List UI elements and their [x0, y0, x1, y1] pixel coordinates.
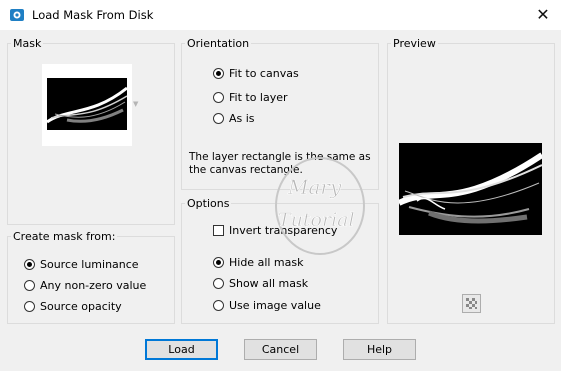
close-button[interactable]: ✕ — [528, 3, 558, 27]
radio-label: Fit to canvas — [229, 67, 299, 80]
checkbox-indicator — [213, 225, 224, 236]
radio-hide-all-mask[interactable]: Hide all mask — [213, 256, 303, 269]
window-title: Load Mask From Disk — [32, 8, 154, 22]
radio-label: Any non-zero value — [40, 279, 147, 292]
dropdown-arrow-icon[interactable]: ▼ — [133, 100, 138, 108]
radio-label: Use image value — [229, 299, 321, 312]
radio-indicator — [24, 259, 35, 270]
radio-indicator — [213, 92, 224, 103]
radio-source-luminance[interactable]: Source luminance — [24, 258, 139, 271]
radio-label: Source luminance — [40, 258, 139, 271]
radio-as-is[interactable]: As is — [213, 112, 255, 125]
radio-use-image-value[interactable]: Use image value — [213, 299, 321, 312]
radio-indicator — [213, 300, 224, 311]
orientation-legend: Orientation — [187, 37, 250, 50]
load-button-label: Load — [168, 343, 195, 356]
radio-indicator — [213, 68, 224, 79]
create-mask-legend: Create mask from: — [13, 230, 116, 243]
mask-thumbnail-selector[interactable] — [42, 64, 132, 146]
radio-indicator — [24, 301, 35, 312]
mask-thumbnail-image — [47, 78, 127, 130]
preview-legend: Preview — [393, 37, 436, 50]
checkbox-label: Invert transparency — [229, 224, 338, 237]
radio-label: Fit to layer — [229, 91, 288, 104]
radio-indicator — [213, 113, 224, 124]
title-bar: Load Mask From Disk ✕ — [0, 0, 561, 30]
radio-label: Source opacity — [40, 300, 122, 313]
preview-image — [399, 143, 542, 235]
radio-label: Hide all mask — [229, 256, 304, 269]
checkerboard-icon — [466, 298, 477, 309]
radio-any-non-zero-value[interactable]: Any non-zero value — [24, 279, 146, 292]
checkerboard-toggle-button[interactable] — [462, 294, 481, 313]
mask-legend: Mask — [13, 37, 42, 50]
radio-fit-to-canvas[interactable]: Fit to canvas — [213, 67, 299, 80]
radio-label: Show all mask — [229, 277, 309, 290]
radio-indicator — [24, 280, 35, 291]
help-button[interactable]: Help — [343, 339, 416, 360]
radio-label: As is — [229, 112, 255, 125]
cancel-button-label: Cancel — [261, 343, 300, 356]
options-legend: Options — [187, 197, 230, 210]
invert-transparency-checkbox[interactable]: Invert transparency — [213, 224, 337, 237]
radio-show-all-mask[interactable]: Show all mask — [213, 277, 308, 290]
help-button-label: Help — [366, 343, 393, 356]
radio-indicator — [213, 278, 224, 289]
close-icon: ✕ — [536, 5, 550, 24]
radio-fit-to-layer[interactable]: Fit to layer — [213, 91, 288, 104]
radio-source-opacity[interactable]: Source opacity — [24, 300, 122, 313]
cancel-button[interactable]: Cancel — [244, 339, 317, 360]
radio-indicator — [213, 257, 224, 268]
orientation-info-text: The layer rectangle is the same as the c… — [189, 151, 371, 176]
load-button[interactable]: Load — [145, 339, 218, 360]
app-icon — [10, 9, 24, 21]
